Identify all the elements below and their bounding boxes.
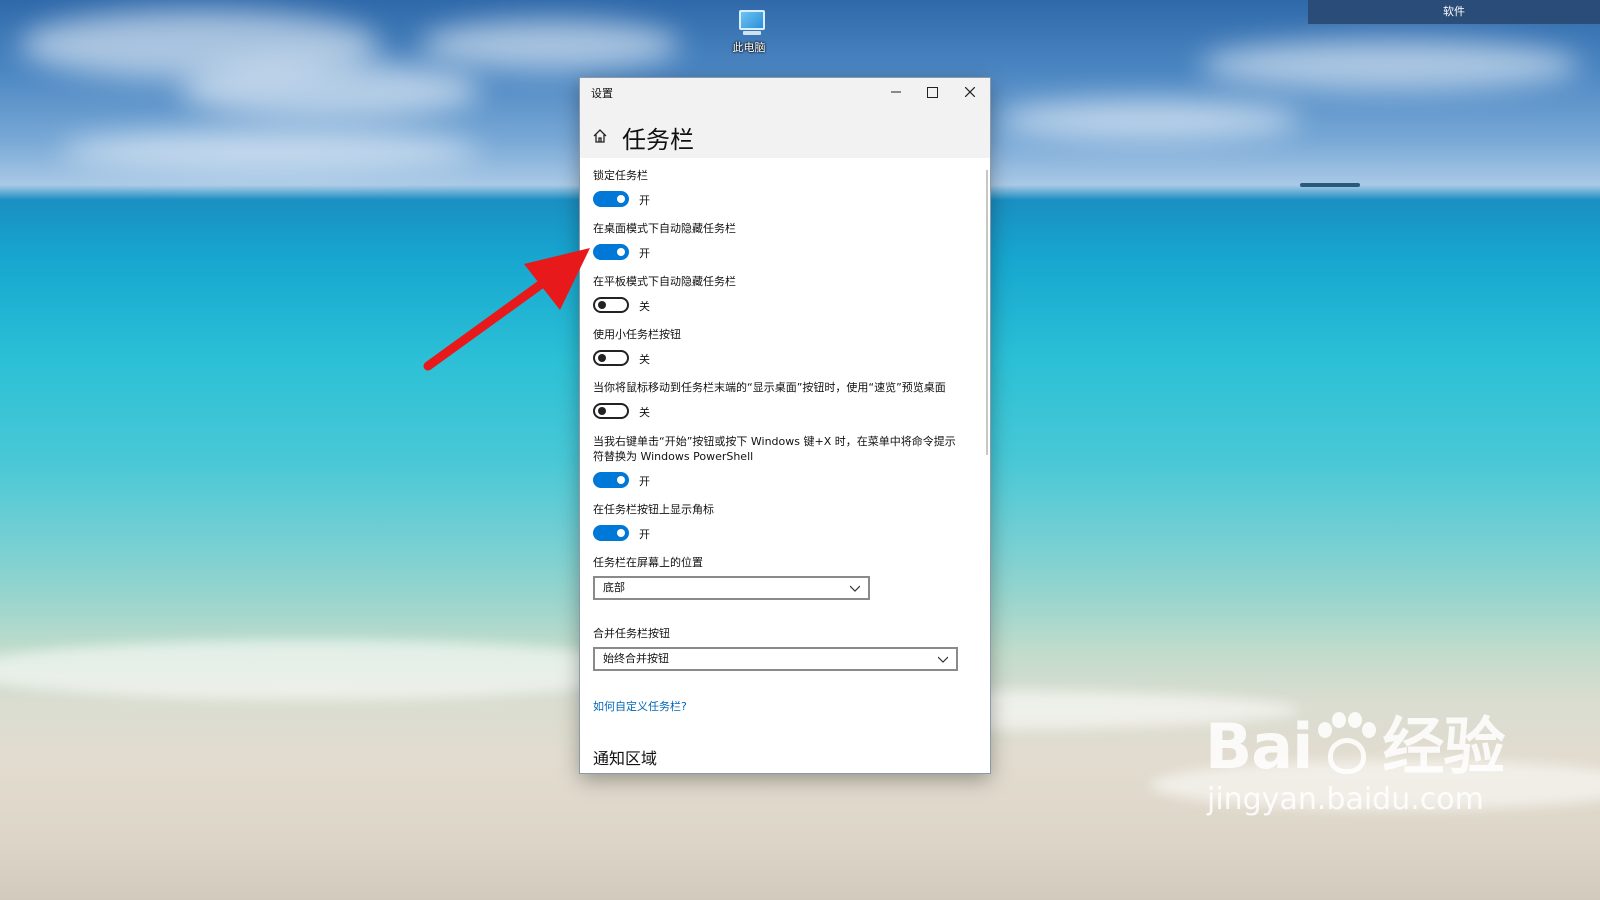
toggle-state: 关 [639, 353, 650, 366]
setting-label-autohide-tablet: 在平板模式下自动隐藏任务栏 [593, 275, 736, 288]
notification-area-heading: 通知区域 [593, 749, 658, 768]
combine-buttons-select[interactable]: 始终合并按钮 [593, 647, 958, 671]
paw-icon [1314, 712, 1380, 778]
toggle-peek[interactable] [593, 403, 629, 419]
close-icon [964, 87, 975, 97]
page-title: 任务栏 [622, 126, 694, 154]
watermark-brand-right: 经验 [1382, 710, 1505, 783]
toggle-powershell[interactable] [593, 472, 629, 488]
setting-label-autohide-desktop: 在桌面模式下自动隐藏任务栏 [593, 222, 736, 235]
setting-label-badges: 在任务栏按钮上显示角标 [593, 503, 714, 516]
window-title: 设置 [591, 87, 613, 100]
watermark-url: jingyan.baidu.com [1207, 782, 1484, 817]
close-button[interactable] [951, 78, 988, 106]
combine-buttons-value: 始终合并按钮 [603, 652, 669, 665]
toggle-state: 开 [639, 247, 650, 260]
chevron-down-icon [938, 656, 948, 663]
combine-label: 合并任务栏按钮 [593, 627, 670, 640]
toggle-state: 关 [639, 300, 650, 313]
baidu-watermark: Bai 经验 jingyan.baidu.com [1205, 710, 1505, 817]
corner-label: 软件 [1443, 5, 1465, 18]
minimize-icon [890, 91, 901, 93]
taskbar-position-value: 底部 [603, 581, 625, 594]
settings-window: 设置 任务栏 锁定任务栏 开 在桌面模式下自动隐藏任务栏 开 在平板模式下自动隐… [580, 78, 990, 773]
toggle-state: 开 [639, 475, 650, 488]
title-bar[interactable]: 设置 [580, 78, 990, 106]
scrollbar[interactable] [986, 170, 988, 455]
chevron-down-icon [850, 585, 860, 592]
maximize-button[interactable] [914, 78, 951, 106]
toggle-badges[interactable] [593, 525, 629, 541]
minimize-button[interactable] [877, 78, 914, 106]
this-pc-label: 此电脑 [732, 41, 766, 54]
maximize-icon [927, 86, 938, 98]
toggle-state: 关 [639, 406, 650, 419]
customize-taskbar-link[interactable]: 如何自定义任务栏? [593, 698, 687, 714]
toggle-state: 开 [639, 194, 650, 207]
page-header: 任务栏 [580, 106, 990, 158]
this-pc-desktop-icon[interactable]: 此电脑 [732, 10, 772, 55]
setting-label-peek: 当你将鼠标移动到任务栏末端的“显示桌面”按钮时，使用“速览”预览桌面 [593, 381, 946, 394]
setting-label-powershell: 当我右键单击“开始”按钮或按下 Windows 键+X 时，在菜单中将命令提示符… [593, 435, 956, 463]
position-label: 任务栏在屏幕上的位置 [593, 556, 703, 569]
home-icon[interactable] [592, 128, 608, 144]
setting-label-small-buttons: 使用小任务栏按钮 [593, 328, 681, 341]
taskbar-position-select[interactable]: 底部 [593, 576, 870, 600]
computer-icon [739, 10, 765, 30]
red-arrow-annotation [423, 248, 590, 371]
toggle-lock-taskbar[interactable] [593, 191, 629, 207]
setting-label-lock: 锁定任务栏 [593, 169, 648, 182]
toggle-state: 开 [639, 528, 650, 541]
watermark-brand-left: Bai [1205, 710, 1313, 783]
top-right-bar[interactable]: 软件 [1308, 0, 1600, 24]
